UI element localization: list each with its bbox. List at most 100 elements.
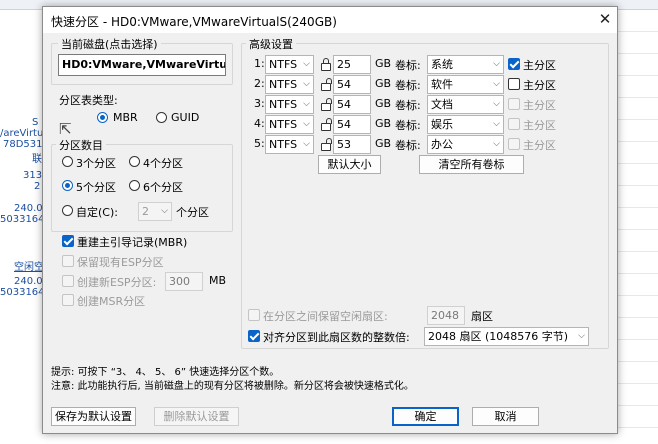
create-msr-checkbox[interactable] (62, 294, 74, 306)
clear-labels-button[interactable]: 清空所有卷标 (419, 155, 524, 174)
chevron-down-icon: ⌵ (303, 119, 310, 129)
partition-fs-select[interactable]: NTFS ⌵ (265, 55, 314, 74)
keep-free-sectors-input[interactable]: 2048 (427, 306, 465, 325)
volume-label-caption: 卷标: (395, 99, 421, 112)
rebuild-mbr-label: 重建主引导记录(MBR) (77, 236, 188, 249)
partition-fs-select[interactable]: NTFS ⌵ (265, 95, 314, 114)
title-bar: 快速分区 - HD0:VMware,VMwareVirtualS(240GB) … (43, 7, 617, 33)
background-text: 联 (32, 154, 42, 165)
delete-default-button[interactable]: 删除默认设置 (154, 407, 239, 426)
chevron-down-icon: ⌵ (493, 79, 500, 89)
chevron-down-icon: ⌵ (578, 331, 585, 341)
volume-label-select[interactable]: 文档 ⌵ (427, 95, 504, 114)
chevron-down-icon: ⌵ (303, 59, 310, 69)
volume-label-value: 文档 (431, 98, 453, 111)
primary-partition-checkbox[interactable] (508, 78, 520, 90)
background-text: 313 (23, 170, 43, 181)
partition-index: 1: (254, 57, 265, 70)
primary-partition-label: 主分区 (523, 59, 556, 72)
lock-icon[interactable] (321, 58, 331, 71)
custom-count-value: 2 (142, 205, 149, 218)
esp-size-input[interactable]: 300 (165, 272, 203, 291)
save-default-button[interactable]: 保存为默认设置 (51, 407, 136, 426)
mbr-radio[interactable] (97, 112, 108, 123)
unlock-icon[interactable] (321, 98, 332, 111)
background-text: /areVirtu (0, 128, 44, 139)
partition-size-input[interactable]: 25 (333, 55, 371, 74)
partition-fs-select[interactable]: NTFS ⌵ (265, 75, 314, 94)
keep-free-sectors-checkbox[interactable] (248, 309, 260, 321)
count-4-radio[interactable] (129, 156, 140, 167)
volume-label-select[interactable]: 系统 ⌵ (427, 55, 504, 74)
volume-label-value: 系统 (431, 58, 453, 71)
new-esp-checkbox[interactable] (62, 275, 74, 287)
esp-size-unit: MB (209, 274, 227, 287)
primary-partition-checkbox[interactable] (508, 98, 520, 110)
guid-radio[interactable] (156, 112, 167, 123)
keep-esp-checkbox[interactable] (62, 255, 74, 267)
partition-fs-select[interactable]: NTFS ⌵ (265, 115, 314, 134)
count-6-radio[interactable] (129, 180, 140, 191)
partition-size-input[interactable]: 54 (333, 95, 371, 114)
warning-text: 注意: 此功能执行后, 当前磁盘上的现有分区将被删除。新分区将会被快速格式化。 (51, 381, 414, 392)
background-text: 78D531 (3, 139, 43, 150)
partition-fs-value: NTFS (269, 78, 298, 91)
partition-count-label: 分区数目 (56, 137, 106, 153)
ok-button[interactable]: 确定 (392, 407, 459, 426)
volume-label-value: 娱乐 (431, 118, 453, 131)
volume-label-select[interactable]: 娱乐 ⌵ (427, 115, 504, 134)
close-icon[interactable]: ✕ (596, 10, 614, 28)
keep-free-sectors-unit: 扇区 (471, 310, 493, 323)
unlock-icon[interactable] (321, 78, 332, 91)
count-4-label: 4个分区 (143, 157, 183, 170)
background-text: 5033164 (0, 287, 45, 298)
custom-count-select[interactable]: 2 ⌵ (138, 202, 172, 221)
current-disk-label: 当前磁盘(点击选择) (58, 36, 161, 52)
default-size-button[interactable]: 默认大小 (318, 155, 381, 174)
count-custom-label: 自定(C): (76, 206, 118, 219)
background-text: 2 (34, 181, 41, 192)
keep-esp-label: 保留现有ESP分区 (77, 256, 164, 269)
current-disk-selector[interactable]: HD0:VMware,VMwareVirtualS( (58, 54, 226, 76)
primary-partition-label: 主分区 (523, 139, 556, 152)
partition-size-input[interactable]: 53 (333, 135, 371, 154)
align-sectors-value: 2048 扇区 (1048576 字节) (428, 330, 569, 343)
partition-fs-value: NTFS (269, 98, 298, 111)
count-3-radio[interactable] (62, 156, 73, 167)
align-partitions-checkbox[interactable] (248, 330, 260, 342)
mouse-cursor-icon: ⇱ (59, 120, 72, 138)
count-custom-radio[interactable] (62, 205, 73, 216)
count-5-radio[interactable] (62, 180, 73, 191)
primary-partition-label: 主分区 (523, 79, 556, 92)
partition-size-unit: GB (375, 77, 392, 90)
chevron-down-icon: ⌵ (493, 139, 500, 149)
quick-partition-dialog: 快速分区 - HD0:VMware,VMwareVirtualS(240GB) … (42, 6, 618, 434)
primary-partition-checkbox[interactable] (508, 58, 520, 70)
cancel-button[interactable]: 取消 (472, 407, 539, 426)
rebuild-mbr-checkbox[interactable] (62, 235, 74, 247)
background-text: 240.0 (14, 203, 43, 214)
chevron-down-icon: ⌵ (303, 99, 310, 109)
partition-size-input[interactable]: 54 (333, 115, 371, 134)
volume-label-value: 软件 (431, 78, 453, 91)
unlock-icon[interactable] (321, 138, 332, 151)
volume-label-select[interactable]: 办公 ⌵ (427, 135, 504, 154)
keep-free-sectors-label: 在分区之间保留空闲扇区: (263, 310, 388, 323)
primary-partition-checkbox[interactable] (508, 138, 520, 150)
unlock-icon[interactable] (321, 118, 332, 131)
align-sectors-select[interactable]: 2048 扇区 (1048576 字节) ⌵ (424, 327, 589, 346)
partition-fs-select[interactable]: NTFS ⌵ (265, 135, 314, 154)
partition-size-input[interactable]: 54 (333, 75, 371, 94)
partition-fs-value: NTFS (269, 138, 298, 151)
primary-partition-label: 主分区 (523, 99, 556, 112)
chevron-down-icon: ⌵ (493, 99, 500, 109)
dialog-title: 快速分区 - HD0:VMware,VMwareVirtualS(240GB) (51, 15, 337, 29)
partition-index: 5: (254, 137, 265, 150)
primary-partition-checkbox[interactable] (508, 118, 520, 130)
advanced-settings-label: 高级设置 (246, 36, 296, 52)
partition-fs-value: NTFS (269, 58, 298, 71)
background-text: 240.0 (14, 276, 43, 287)
volume-label-select[interactable]: 软件 ⌵ (427, 75, 504, 94)
count-5-label: 5个分区 (76, 181, 116, 194)
mbr-label: MBR (113, 111, 138, 124)
